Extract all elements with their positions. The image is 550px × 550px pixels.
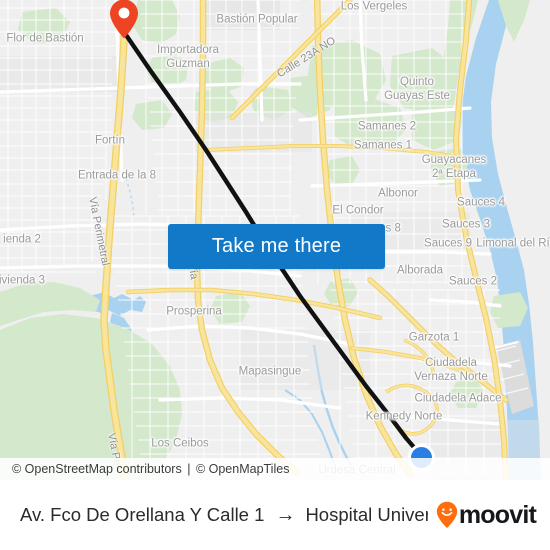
moovit-logo[interactable]: moovit	[436, 500, 537, 530]
route-footer-bar: Av. Fco De Orellana Y Calle 12b … → Hosp…	[0, 480, 550, 550]
attribution-openmaptiles[interactable]: © OpenMapTiles	[196, 462, 290, 476]
route-summary[interactable]: Av. Fco De Orellana Y Calle 12b … → Hosp…	[20, 504, 428, 526]
attribution-osm[interactable]: © OpenStreetMap contributors	[12, 462, 182, 476]
attribution-separator: |	[187, 462, 191, 476]
route-origin-label: Av. Fco De Orellana Y Calle 12b …	[20, 504, 265, 525]
moovit-smiley-pin-icon	[436, 501, 458, 528]
take-me-there-button[interactable]: Take me there	[168, 224, 385, 269]
route-destination-label: Hospital Univer…	[305, 504, 428, 525]
map-canvas[interactable]: Flor de Bastión Bastión Popular Los Vergel…	[0, 0, 550, 480]
moovit-route-map-widget: Flor de Bastión Bastión Popular Los Vergel…	[0, 0, 550, 550]
map-attribution: © OpenStreetMap contributors | © OpenMap…	[0, 458, 550, 480]
arrow-right-icon: →	[275, 504, 296, 526]
moovit-wordmark: moovit	[458, 500, 537, 529]
